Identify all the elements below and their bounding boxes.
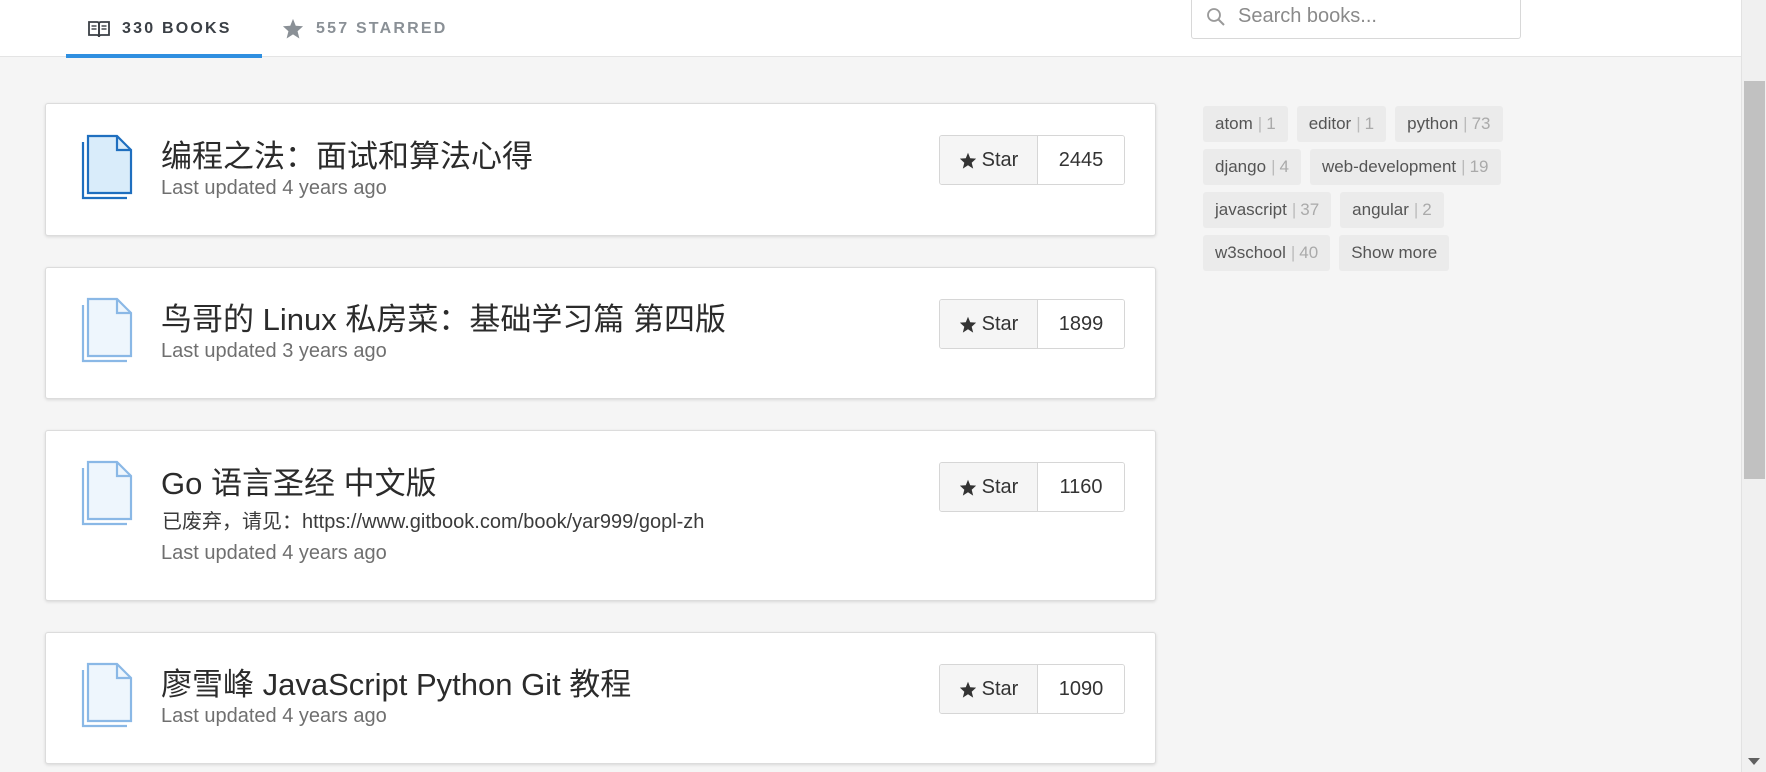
book-card[interactable]: Go 语言圣经 中文版 已废弃，请见：https://www.gitbook.c… [45,430,1156,601]
book-card[interactable]: 鸟哥的 Linux 私房菜：基础学习篇 第四版 Last updated 3 y… [45,267,1156,399]
tag-name: javascript [1215,200,1287,219]
scrollbar-thumb[interactable] [1744,81,1765,479]
book-updated: Last updated 4 years ago [161,542,387,564]
star-icon [959,152,976,169]
tag-count: 1 [1364,114,1375,133]
tag-javascript[interactable]: javascript | 37 [1203,192,1332,228]
book-title[interactable]: Go 语言圣经 中文版 [161,458,437,503]
search-input[interactable] [1238,1,1498,32]
star-button-label: Star [981,677,1019,700]
tag-name: django [1215,157,1267,176]
star-button[interactable]: Star [940,136,1038,184]
star-icon [959,479,976,496]
tag-name: atom [1215,114,1253,133]
tab-books-label: 330 BOOKS [122,19,232,37]
tab-starred-label: 557 STARRED [316,19,448,37]
star-group: Star 1899 [939,299,1125,349]
book-title[interactable]: 鸟哥的 Linux 私房菜：基础学习篇 第四版 [161,294,726,339]
tag-name: w3school [1215,243,1286,262]
star-icon [282,18,304,39]
book-card[interactable]: 编程之法：面试和算法心得 Last updated 4 years ago St… [45,103,1156,236]
star-button[interactable]: Star [940,463,1038,511]
star-group: Star 1090 [939,664,1125,714]
book-light-icon [81,460,133,526]
tag-count: 37 [1300,200,1320,219]
book-updated: Last updated 4 years ago [161,705,387,727]
tab-starred[interactable]: 557 STARRED [282,0,448,57]
book-description: 已废弃，请见：https://www.gitbook.com/book/yar9… [162,511,705,533]
tag-w3school[interactable]: w3school | 40 [1203,235,1331,271]
tag-web-development[interactable]: web-development | 19 [1309,149,1501,185]
star-icon [959,316,976,333]
tag-name: web-development [1321,157,1457,176]
tag-name: angular [1352,200,1409,219]
star-count[interactable]: 1160 [1038,463,1124,511]
scroll-down-arrow-icon[interactable] [1748,758,1760,765]
book-light-icon [81,297,133,363]
book-light-icon [81,662,133,728]
tag-count: 19 [1469,157,1489,176]
search-icon [1207,7,1225,26]
tag-count: 1 [1266,114,1276,133]
star-button-label: Star [981,312,1019,335]
star-button[interactable]: Star [940,665,1038,713]
tag-angular[interactable]: angular | 2 [1340,192,1444,228]
star-button-label: Star [981,148,1019,171]
tag-count: 40 [1299,243,1319,262]
tag-count: 4 [1279,157,1289,176]
star-count[interactable]: 1899 [1038,300,1124,348]
tag-atom[interactable]: atom | 1 [1203,106,1288,142]
tag-name: editor [1308,114,1352,133]
show-more-button[interactable]: Show more [1339,235,1450,271]
book-title[interactable]: 廖雪峰 JavaScript Python Git 教程 [161,659,631,704]
book-card[interactable]: 廖雪峰 JavaScript Python Git 教程 Last update… [45,632,1156,764]
star-count[interactable]: 2445 [1038,136,1124,184]
book-updated: Last updated 4 years ago [161,177,387,199]
tab-books[interactable]: 330 BOOKS [66,0,262,58]
tag-django[interactable]: django | 4 [1203,149,1301,185]
tag-cloud: atom | 1 editor | 1 python | 73 django | 4 web-d… [1203,106,1543,271]
star-group: Star 2445 [939,135,1125,185]
open-book-icon [88,20,110,38]
star-button[interactable]: Star [940,300,1038,348]
book-updated: Last updated 3 years ago [161,340,387,362]
star-icon [959,681,976,698]
star-count[interactable]: 1090 [1038,665,1124,713]
tag-count: 73 [1471,114,1491,133]
tag-count: 2 [1422,200,1432,219]
book-dark-icon [81,134,133,200]
top-tab-bar: 330 BOOKS 557 STARRED [0,0,1741,58]
star-group: Star 1160 [939,462,1125,512]
tag-name: python [1407,114,1459,133]
tag-editor[interactable]: editor | 1 [1296,106,1387,142]
book-title[interactable]: 编程之法：面试和算法心得 [161,131,533,176]
star-button-label: Star [981,475,1019,498]
tag-python[interactable]: python | 73 [1395,106,1503,142]
search-box [1191,0,1521,39]
